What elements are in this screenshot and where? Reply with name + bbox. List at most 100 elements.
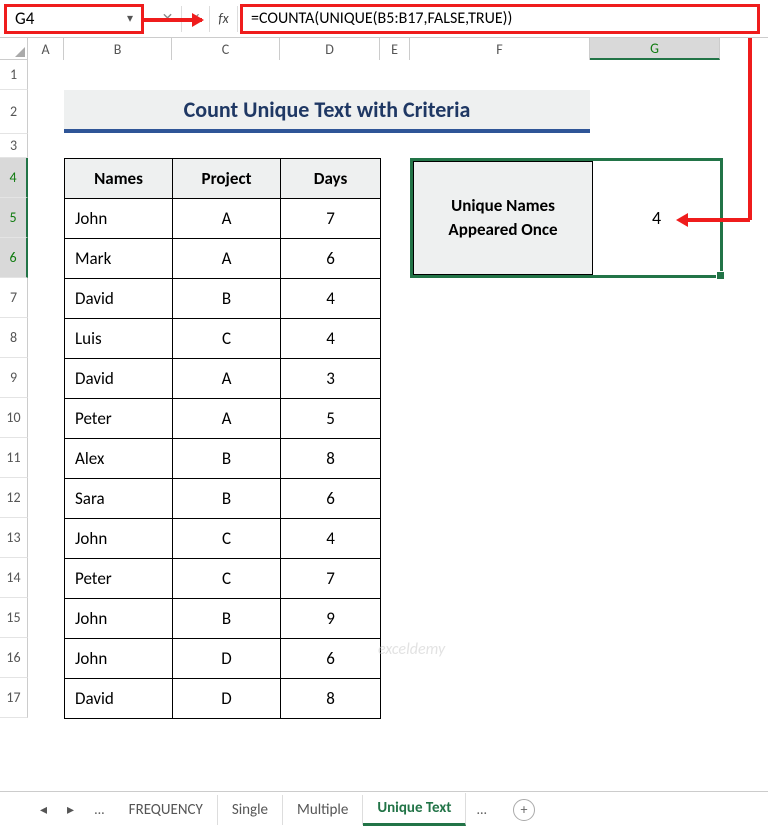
- cell-name[interactable]: David: [65, 359, 173, 399]
- col-header-A[interactable]: A: [28, 38, 64, 60]
- column-headers: A B C D E F G: [0, 38, 720, 60]
- row-header-10[interactable]: 10: [0, 398, 28, 438]
- cell-project[interactable]: D: [173, 639, 281, 679]
- cell-days[interactable]: 7: [281, 199, 381, 239]
- row-header-8[interactable]: 8: [0, 318, 28, 358]
- row-header-3[interactable]: 3: [0, 134, 28, 158]
- table-row[interactable]: PeterA5: [65, 399, 381, 439]
- table-row[interactable]: DavidA3: [65, 359, 381, 399]
- row-header-9[interactable]: 9: [0, 358, 28, 398]
- row-header-12[interactable]: 12: [0, 478, 28, 518]
- cell-days[interactable]: 8: [281, 439, 381, 479]
- cell-days[interactable]: 6: [281, 479, 381, 519]
- table-row[interactable]: JohnD6: [65, 639, 381, 679]
- row-header-5[interactable]: 5: [0, 198, 28, 238]
- sheet-tabs: ◂ ▸ ... FREQUENCY Single Multiple Unique…: [0, 791, 768, 827]
- table-row[interactable]: AlexB8: [65, 439, 381, 479]
- cell-project[interactable]: A: [173, 199, 281, 239]
- row-header-16[interactable]: 16: [0, 638, 28, 678]
- row-header-1[interactable]: 1: [0, 60, 28, 90]
- tab-single[interactable]: Single: [218, 795, 283, 825]
- formula-text: =COUNTA(UNIQUE(B5:B17,FALSE,TRUE)): [251, 9, 512, 28]
- cell-project[interactable]: D: [173, 679, 281, 719]
- tab-multiple[interactable]: Multiple: [283, 795, 363, 825]
- row-header-6[interactable]: 6: [0, 238, 28, 278]
- cell-days[interactable]: 8: [281, 679, 381, 719]
- col-header-B[interactable]: B: [64, 38, 172, 60]
- cell-project[interactable]: C: [173, 319, 281, 359]
- tabs-overflow-right[interactable]: ...: [466, 801, 497, 818]
- cell-project[interactable]: B: [173, 279, 281, 319]
- col-header-D[interactable]: D: [280, 38, 380, 60]
- row-header-13[interactable]: 13: [0, 518, 28, 558]
- table-row[interactable]: DavidB4: [65, 279, 381, 319]
- tab-nav-right-icon[interactable]: ▸: [57, 801, 84, 818]
- col-header-E[interactable]: E: [380, 38, 410, 60]
- row-headers: 1 2 3 4 5 6 7 8 9 10 11 12 13 14 15 16 1…: [0, 60, 28, 718]
- cell-project[interactable]: B: [173, 439, 281, 479]
- cell-days[interactable]: 4: [281, 519, 381, 559]
- formula-input[interactable]: =COUNTA(UNIQUE(B5:B17,FALSE,TRUE)): [240, 4, 760, 34]
- cell-project[interactable]: C: [173, 559, 281, 599]
- row-header-7[interactable]: 7: [0, 278, 28, 318]
- add-sheet-button[interactable]: +: [513, 799, 535, 821]
- col-header-C[interactable]: C: [172, 38, 280, 60]
- row-header-11[interactable]: 11: [0, 438, 28, 478]
- row-header-15[interactable]: 15: [0, 598, 28, 638]
- cell-days[interactable]: 6: [281, 639, 381, 679]
- row-header-2[interactable]: 2: [0, 90, 28, 134]
- cell-project[interactable]: A: [173, 399, 281, 439]
- cell-project[interactable]: A: [173, 359, 281, 399]
- col-header-G[interactable]: G: [590, 38, 720, 60]
- cell-project[interactable]: A: [173, 239, 281, 279]
- cell-name[interactable]: John: [65, 519, 173, 559]
- cell-days[interactable]: 5: [281, 399, 381, 439]
- tab-frequency[interactable]: FREQUENCY: [115, 795, 218, 825]
- cell-name[interactable]: Mark: [65, 239, 173, 279]
- cell-days[interactable]: 9: [281, 599, 381, 639]
- row-header-14[interactable]: 14: [0, 558, 28, 598]
- name-box[interactable]: G4 ▾: [4, 4, 144, 34]
- table-row[interactable]: SaraB6: [65, 479, 381, 519]
- grid-body[interactable]: Count Unique Text with Criteria Names Pr…: [28, 60, 768, 90]
- cell-days[interactable]: 4: [281, 319, 381, 359]
- chevron-down-icon[interactable]: ▾: [127, 11, 133, 26]
- table-row[interactable]: DavidD8: [65, 679, 381, 719]
- cell-name[interactable]: David: [65, 279, 173, 319]
- cell-days[interactable]: 6: [281, 239, 381, 279]
- row-header-4[interactable]: 4: [0, 158, 28, 198]
- annotation-arrow-head: [676, 213, 688, 227]
- tabs-overflow-left[interactable]: ...: [84, 801, 115, 818]
- row-header-17[interactable]: 17: [0, 678, 28, 718]
- table-row[interactable]: LuisC4: [65, 319, 381, 359]
- cell-name[interactable]: Peter: [65, 559, 173, 599]
- cell-name[interactable]: John: [65, 199, 173, 239]
- table-row[interactable]: JohnB9: [65, 599, 381, 639]
- col-header-F[interactable]: F: [410, 38, 590, 60]
- cell-project[interactable]: B: [173, 479, 281, 519]
- cell-project[interactable]: B: [173, 599, 281, 639]
- table-row[interactable]: MarkA6: [65, 239, 381, 279]
- data-table: Names Project Days JohnA7MarkA6DavidB4Lu…: [64, 158, 381, 719]
- cell-days[interactable]: 3: [281, 359, 381, 399]
- cell-name[interactable]: David: [65, 679, 173, 719]
- table-row[interactable]: JohnC4: [65, 519, 381, 559]
- cell-name[interactable]: John: [65, 599, 173, 639]
- tab-unique-text[interactable]: Unique Text: [363, 793, 466, 826]
- fx-icon[interactable]: fx: [210, 6, 238, 32]
- cell-days[interactable]: 7: [281, 559, 381, 599]
- cell-name[interactable]: Luis: [65, 319, 173, 359]
- cell-name[interactable]: Sara: [65, 479, 173, 519]
- cell-days[interactable]: 4: [281, 279, 381, 319]
- fill-handle[interactable]: [716, 271, 725, 280]
- annotation-arrow: [144, 18, 202, 22]
- cell-name[interactable]: John: [65, 639, 173, 679]
- cell-project[interactable]: C: [173, 519, 281, 559]
- table-row[interactable]: PeterC7: [65, 559, 381, 599]
- cell-name[interactable]: Peter: [65, 399, 173, 439]
- table-header-row: Names Project Days: [65, 159, 381, 199]
- cell-name[interactable]: Alex: [65, 439, 173, 479]
- select-all-corner[interactable]: [0, 38, 28, 60]
- table-row[interactable]: JohnA7: [65, 199, 381, 239]
- tab-nav-left-icon[interactable]: ◂: [30, 801, 57, 818]
